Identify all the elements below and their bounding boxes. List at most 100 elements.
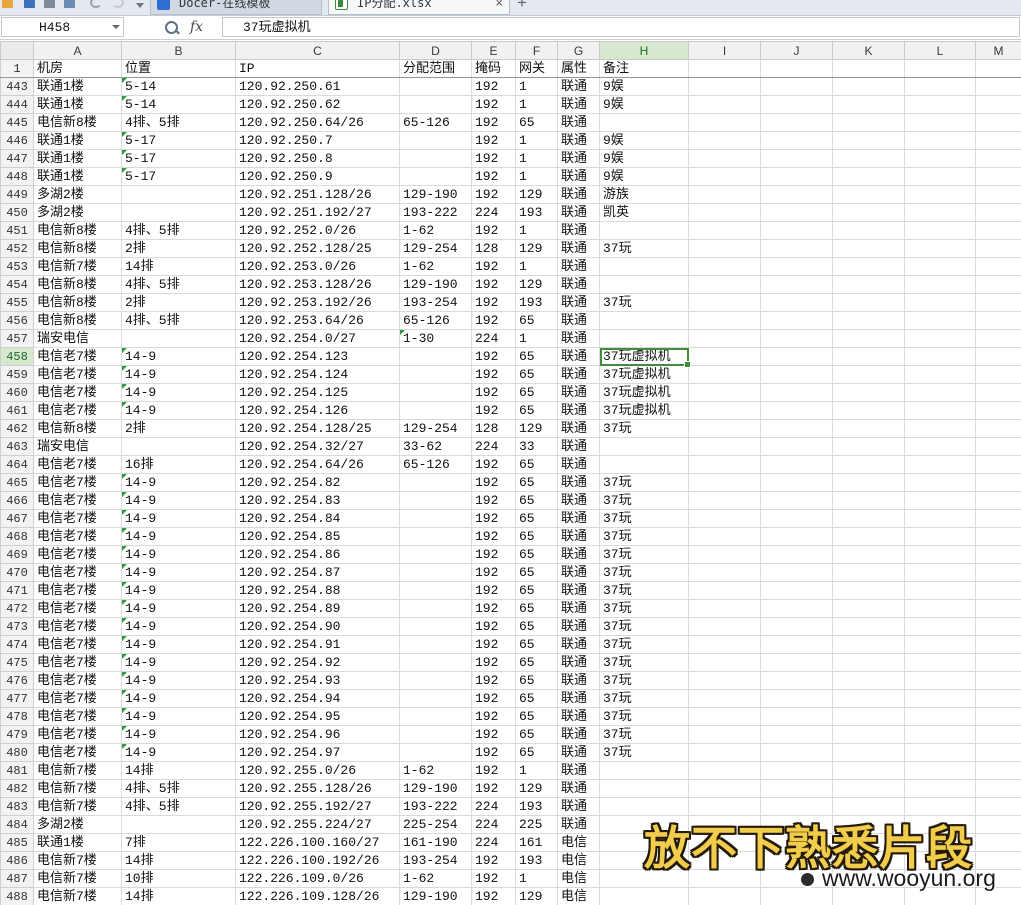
cell-J474[interactable] [760,635,833,654]
cell-L452[interactable] [904,239,976,258]
cell-L455[interactable] [904,293,976,312]
cell-I488[interactable] [688,887,761,905]
cell-B452[interactable]: 2排 [121,239,236,258]
cell-E480[interactable]: 192 [471,743,516,762]
cell-K444[interactable] [832,95,905,114]
cell-D482[interactable]: 129-190 [399,779,472,798]
cell-B479[interactable]: 14-9 [121,725,236,744]
cell-E444[interactable]: 192 [471,95,516,114]
column-header-I[interactable]: I [688,41,761,60]
cell-G466[interactable]: 联通 [557,491,600,510]
cell-H449[interactable]: 游族 [599,185,689,204]
cell-J472[interactable] [760,599,833,618]
cell-M451[interactable] [975,221,1021,240]
cell-C468[interactable]: 120.92.254.85 [235,527,400,546]
cell-L446[interactable] [904,131,976,150]
cell-K478[interactable] [832,707,905,726]
cell-G474[interactable]: 联通 [557,635,600,654]
cell-E481[interactable]: 192 [471,761,516,780]
cell-G473[interactable]: 联通 [557,617,600,636]
cell-C444[interactable]: 120.92.250.62 [235,95,400,114]
cell-L444[interactable] [904,95,976,114]
cell-M472[interactable] [975,599,1021,618]
cell-L461[interactable] [904,401,976,420]
row-header-484[interactable]: 484 [0,815,34,834]
cell-H461[interactable]: 37玩虚拟机 [599,401,689,420]
cell-I466[interactable] [688,491,761,510]
cell-K463[interactable] [832,437,905,456]
cell-C449[interactable]: 120.92.251.128/26 [235,185,400,204]
cell-E468[interactable]: 192 [471,527,516,546]
cell-G481[interactable]: 联通 [557,761,600,780]
cell-D451[interactable]: 1-62 [399,221,472,240]
cell-M461[interactable] [975,401,1021,420]
cell-J469[interactable] [760,545,833,564]
cell-D464[interactable]: 65-126 [399,455,472,474]
cell-D467[interactable] [399,509,472,528]
cell-D460[interactable] [399,383,472,402]
cell-C475[interactable]: 120.92.254.92 [235,653,400,672]
cell-K474[interactable] [832,635,905,654]
cell-E471[interactable]: 192 [471,581,516,600]
cell-F488[interactable]: 129 [515,887,558,905]
cell-G476[interactable]: 联通 [557,671,600,690]
cell-H451[interactable] [599,221,689,240]
cell-K452[interactable] [832,239,905,258]
cell-B475[interactable]: 14-9 [121,653,236,672]
cell-A483[interactable]: 电信新7楼 [33,797,122,816]
cell-L458[interactable] [904,347,976,366]
cell-B472[interactable]: 14-9 [121,599,236,618]
cell-C478[interactable]: 120.92.254.95 [235,707,400,726]
cell-G445[interactable]: 联通 [557,113,600,132]
cell-L468[interactable] [904,527,976,546]
cell-H455[interactable]: 37玩 [599,293,689,312]
cell-F486[interactable]: 193 [515,851,558,870]
cell-G469[interactable]: 联通 [557,545,600,564]
cell-M458[interactable] [975,347,1021,366]
cell-C445[interactable]: 120.92.250.64/26 [235,113,400,132]
cell-L457[interactable] [904,329,976,348]
cell-C476[interactable]: 120.92.254.93 [235,671,400,690]
row-header-477[interactable]: 477 [0,689,34,708]
cell-C466[interactable]: 120.92.254.83 [235,491,400,510]
cell-F471[interactable]: 65 [515,581,558,600]
cell-H463[interactable] [599,437,689,456]
cell-A478[interactable]: 电信老7楼 [33,707,122,726]
cell-B448[interactable]: 5-17 [121,167,236,186]
cell-H447[interactable]: 9娱 [599,149,689,168]
cell-E463[interactable]: 224 [471,437,516,456]
cell-G471[interactable]: 联通 [557,581,600,600]
cell-B487[interactable]: 10排 [121,869,236,888]
cell-D463[interactable]: 33-62 [399,437,472,456]
cell-J445[interactable] [760,113,833,132]
cell-J461[interactable] [760,401,833,420]
cell-B476[interactable]: 14-9 [121,671,236,690]
cell-D484[interactable]: 225-254 [399,815,472,834]
cell-F479[interactable]: 65 [515,725,558,744]
cell-C467[interactable]: 120.92.254.84 [235,509,400,528]
cell-G483[interactable]: 联通 [557,797,600,816]
cell-B450[interactable] [121,203,236,222]
cell-E461[interactable]: 192 [471,401,516,420]
cell-L459[interactable] [904,365,976,384]
cell-H475[interactable]: 37玩 [599,653,689,672]
cell-J468[interactable] [760,527,833,546]
select-all-corner[interactable] [0,41,34,60]
cell-D447[interactable] [399,149,472,168]
row-header-458[interactable]: 458 [0,347,34,366]
column-header-J[interactable]: J [760,41,833,60]
cell-G451[interactable]: 联通 [557,221,600,240]
row-header-443[interactable]: 443 [0,77,34,96]
cell-I444[interactable] [688,95,761,114]
cell-I465[interactable] [688,473,761,492]
cell-B458[interactable]: 14-9 [121,347,236,366]
cell-D448[interactable] [399,167,472,186]
cell-H457[interactable] [599,329,689,348]
insert-function-button[interactable]: fx [190,18,203,36]
cell-E488[interactable]: 192 [471,887,516,905]
cell-C465[interactable]: 120.92.254.82 [235,473,400,492]
cell-A485[interactable]: 联通1楼 [33,833,122,852]
cell-I477[interactable] [688,689,761,708]
cell-G484[interactable]: 联通 [557,815,600,834]
cell-A470[interactable]: 电信老7楼 [33,563,122,582]
